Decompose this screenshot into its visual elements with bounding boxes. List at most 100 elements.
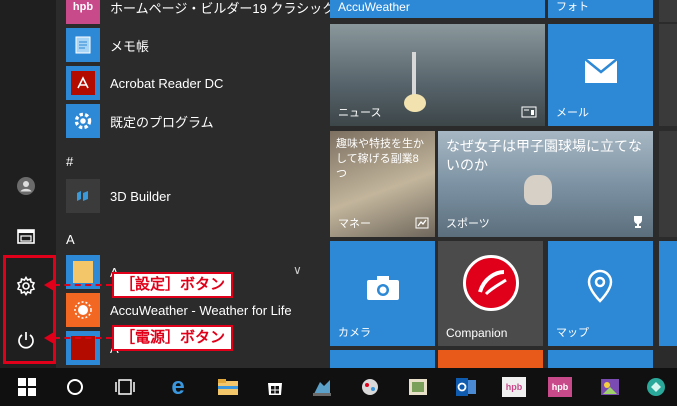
tile-label: フォト xyxy=(556,1,589,13)
hpb-button-1[interactable]: hpb xyxy=(494,368,534,406)
settings-button-callout: ［設定］ボタン xyxy=(112,272,234,298)
app-notepad[interactable]: メモ帳 xyxy=(66,26,316,64)
tile-money[interactable]: 趣味や特技を生かして稼げる副業8つ マネー xyxy=(330,131,435,237)
edge-button[interactable]: e xyxy=(158,368,198,406)
camera-icon xyxy=(367,276,399,300)
money-headline: 趣味や特技を生かして稼げる副業8つ xyxy=(336,138,424,180)
tile-label: Companion xyxy=(446,326,508,340)
trophy-icon xyxy=(634,216,642,228)
user-account-button[interactable] xyxy=(8,168,44,204)
user-icon xyxy=(17,177,35,195)
chevron-down-icon[interactable]: ∨ xyxy=(293,263,302,277)
tile-partial-right[interactable] xyxy=(659,241,677,346)
taskbar-app-3[interactable] xyxy=(398,368,438,406)
power-button-callout: ［電源］ボタン xyxy=(112,325,234,351)
tile-maps[interactable]: マップ xyxy=(548,241,653,346)
tile-partial-bottom[interactable] xyxy=(438,350,543,368)
group-header-hash[interactable]: # xyxy=(66,154,73,169)
hpb-icon-1: hpb xyxy=(502,377,526,397)
cortana-circle-icon xyxy=(67,379,83,395)
tile-partial-right[interactable] xyxy=(659,0,677,22)
group-header-a[interactable]: A xyxy=(66,232,75,247)
app-icon-1 xyxy=(313,380,331,396)
windows-start-menu: hpb ホームページ・ビルダー19 クラシック メモ帳 Acrobat Read… xyxy=(0,0,677,406)
store-button[interactable] xyxy=(255,368,295,406)
app-icon-5 xyxy=(647,378,665,396)
tile-news[interactable]: ニュース xyxy=(330,24,545,126)
start-menu-rail xyxy=(0,0,56,368)
tile-partial-bottom[interactable] xyxy=(548,350,653,368)
player-shape xyxy=(524,175,552,205)
tile-label: AccuWeather xyxy=(338,0,410,14)
sports-headline: なぜ女子は甲子園球場に立てないのか xyxy=(446,138,642,173)
gear-icon xyxy=(66,104,100,138)
app-list: hpb ホームページ・ビルダー19 クラシック メモ帳 Acrobat Read… xyxy=(56,0,335,368)
documents-icon xyxy=(17,229,35,244)
start-button[interactable] xyxy=(6,368,48,406)
tile-sports[interactable]: なぜ女子は甲子園球場に立てないのか スポーツ xyxy=(438,131,653,237)
rocket-flame xyxy=(404,94,426,112)
acrobat-icon xyxy=(66,66,100,100)
power-arrow-line xyxy=(54,337,112,339)
documents-button[interactable] xyxy=(8,218,44,254)
app-label: ホームページ・ビルダー19 クラシック xyxy=(110,0,336,16)
map-pin-icon xyxy=(587,269,613,303)
task-view-button[interactable] xyxy=(105,368,145,406)
taskbar-app-1[interactable] xyxy=(302,368,342,406)
edge-icon: e xyxy=(171,373,185,400)
mail-icon xyxy=(584,58,618,83)
3d-builder-icon xyxy=(66,179,100,213)
tile-label: カメラ xyxy=(338,327,371,339)
file-explorer-icon xyxy=(218,379,238,395)
cortana-button[interactable] xyxy=(55,368,95,406)
app-3d-builder[interactable]: 3D Builder xyxy=(66,177,316,215)
app-label: AccuWeather - Weather for Life xyxy=(110,302,292,318)
tile-camera[interactable]: カメラ xyxy=(330,241,435,346)
notepad-icon xyxy=(66,28,100,62)
tile-accuweather[interactable]: AccuWeather xyxy=(330,0,545,18)
tile-companion[interactable]: Companion xyxy=(438,241,543,346)
taskbar-app-4[interactable] xyxy=(590,368,630,406)
tile-mail[interactable]: メール xyxy=(548,24,653,126)
settings-arrowhead xyxy=(44,279,54,291)
taskbar-app-5[interactable] xyxy=(636,368,676,406)
hpb-button-2[interactable]: hpb xyxy=(540,368,580,406)
windows-start-icon xyxy=(18,378,36,396)
tile-partial-right[interactable] xyxy=(659,24,677,126)
tile-area: AccuWeather フォト ニュース メール 趣味や特技を生かして稼げる副業… xyxy=(318,0,677,368)
tile-label: マネー xyxy=(338,218,371,230)
settings-power-highlight-box xyxy=(3,255,56,364)
outlook-button[interactable] xyxy=(446,368,486,406)
app-icon-3 xyxy=(409,379,427,395)
tile-label: スポーツ xyxy=(446,218,490,230)
app-label: メモ帳 xyxy=(110,38,150,54)
taskbar: e hpb hpb xyxy=(0,368,677,406)
companion-icon xyxy=(463,255,519,311)
file-explorer-button[interactable] xyxy=(208,368,248,406)
tile-label: ニュース xyxy=(338,107,382,119)
app-homepage-builder[interactable]: hpb ホームページ・ビルダー19 クラシック xyxy=(66,0,335,26)
homepage-builder-icon: hpb xyxy=(66,0,100,24)
app-label: 3D Builder xyxy=(110,188,171,204)
power-arrowhead xyxy=(44,332,54,344)
app-icon-4 xyxy=(601,379,619,395)
app-label: Acrobat Reader DC xyxy=(110,75,224,91)
store-icon xyxy=(268,383,282,395)
chart-badge-icon xyxy=(415,217,429,229)
outlook-icon xyxy=(456,378,476,396)
app-acrobat[interactable]: Acrobat Reader DC xyxy=(66,64,316,102)
settings-arrow-line xyxy=(54,284,112,286)
app-default-programs[interactable]: 既定のプログラム xyxy=(66,102,316,140)
tile-label: メール xyxy=(556,107,589,119)
accuweather-sun-icon xyxy=(66,293,100,327)
app-icon-2 xyxy=(362,379,378,395)
tile-label: マップ xyxy=(556,327,589,339)
taskbar-app-2[interactable] xyxy=(350,368,390,406)
task-view-icon xyxy=(115,379,135,395)
tile-partial-right[interactable] xyxy=(659,131,677,237)
tile-photos[interactable]: フォト xyxy=(548,0,653,18)
tile-partial-bottom[interactable] xyxy=(330,350,435,368)
app-label: 既定のプログラム xyxy=(110,114,214,130)
hpb-icon-2: hpb xyxy=(548,377,572,397)
news-badge-icon xyxy=(521,106,537,118)
